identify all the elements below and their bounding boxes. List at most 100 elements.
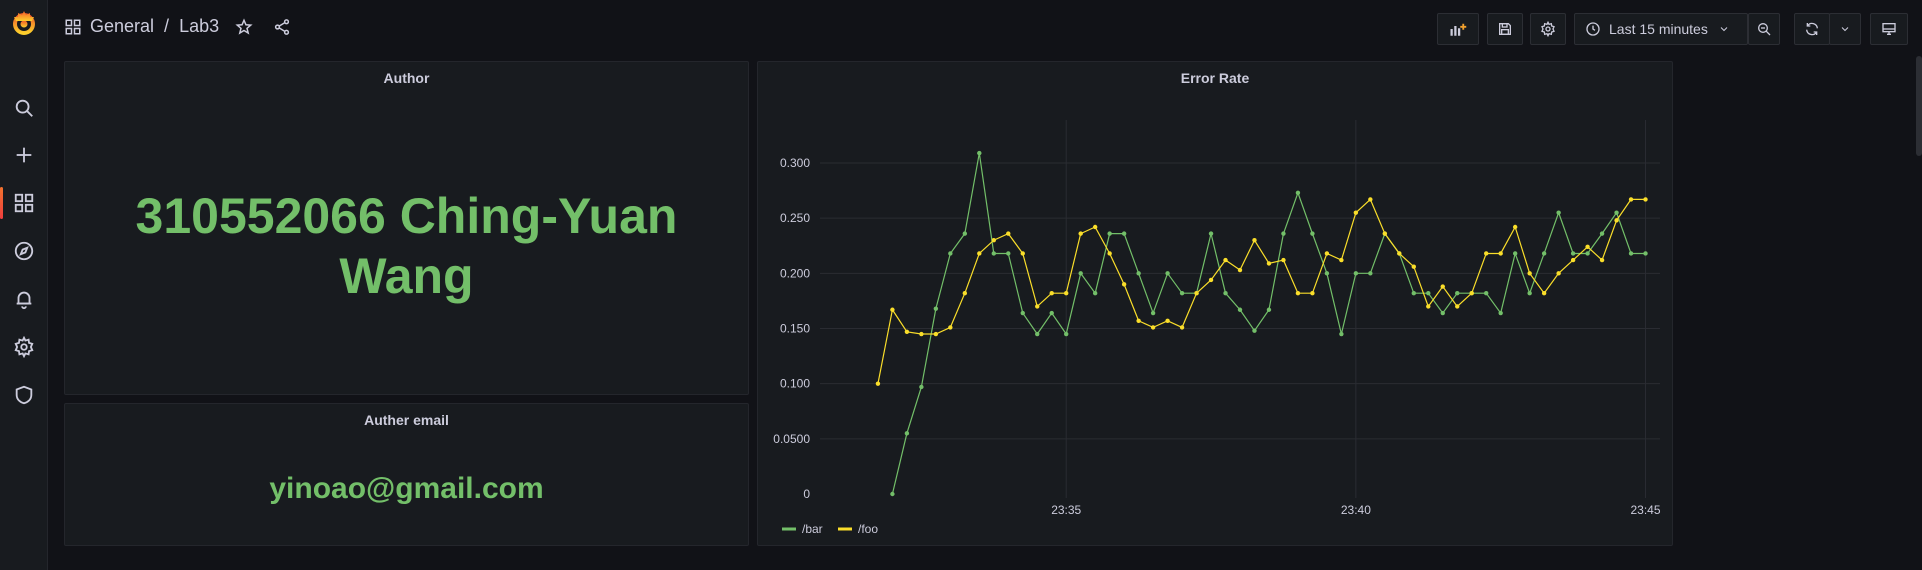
data-point	[1324, 251, 1330, 256]
breadcrumb-folder[interactable]: General	[90, 16, 154, 37]
data-point	[1165, 271, 1170, 276]
data-point	[1020, 310, 1025, 316]
search-icon[interactable]	[0, 88, 48, 128]
data-point	[1150, 325, 1156, 330]
explore-compass-icon[interactable]	[0, 231, 48, 271]
dashboards-icon[interactable]	[0, 183, 48, 223]
breadcrumb-dashboard[interactable]: Lab3	[179, 16, 219, 37]
author-stat-value: 310552066 Ching-Yuan Wang	[65, 186, 748, 306]
data-point	[1614, 210, 1619, 215]
data-point	[1440, 310, 1445, 316]
star-icon[interactable]	[235, 17, 253, 36]
data-point	[919, 384, 924, 390]
y-tick-label: 0.100	[780, 377, 810, 391]
data-point	[933, 306, 939, 311]
data-point	[1223, 257, 1228, 263]
data-point	[933, 331, 939, 337]
add-panel-button[interactable]	[1437, 13, 1479, 45]
error-rate-chart[interactable]: 0 0.0500 0.100 0.150 0.200 0.250 0.300 23:35 23:…	[758, 62, 1674, 547]
data-point	[1614, 218, 1619, 223]
error-rate-panel: Error Rate 0 0.0500 0.100 0.150 0.200 0.250 0.…	[757, 61, 1673, 546]
save-dashboard-button[interactable]	[1487, 13, 1523, 45]
panel-title[interactable]: Auther email	[65, 412, 748, 428]
data-point	[1049, 310, 1054, 316]
grafana-logo-icon[interactable]	[10, 9, 38, 37]
data-point	[904, 431, 910, 436]
refresh-interval-dropdown[interactable]	[1829, 13, 1861, 45]
data-point	[1035, 331, 1040, 337]
cycle-view-mode-button[interactable]	[1870, 13, 1908, 45]
email-stat-value: yinoao@gmail.com	[269, 472, 544, 505]
data-point	[1035, 304, 1040, 309]
legend-label: /foo	[858, 522, 878, 536]
data-point	[1150, 310, 1156, 316]
dashboard-settings-button[interactable]	[1530, 13, 1566, 45]
data-point	[1455, 290, 1460, 296]
zoom-out-button[interactable]	[1748, 13, 1780, 45]
gear-icon	[1541, 21, 1555, 37]
page-scrollbar[interactable]	[1916, 56, 1922, 156]
data-point	[1411, 290, 1416, 296]
data-point	[1006, 231, 1011, 236]
data-point	[1382, 231, 1388, 236]
data-point	[1498, 310, 1503, 316]
y-tick-label: 0	[803, 487, 810, 501]
refresh-icon	[1806, 22, 1818, 36]
data-point	[948, 251, 953, 256]
configuration-gear-icon[interactable]	[0, 327, 48, 367]
data-point	[1512, 251, 1518, 256]
data-point	[948, 325, 953, 330]
breadcrumb-separator: /	[164, 16, 170, 36]
monitor-icon	[1882, 22, 1896, 35]
server-admin-shield-icon[interactable]	[0, 375, 48, 415]
data-point	[1006, 251, 1011, 256]
data-point	[1426, 290, 1431, 296]
time-range-label: Last 15 minutes	[1609, 21, 1708, 37]
time-range-picker[interactable]: Last 15 minutes	[1574, 13, 1748, 45]
chevron-down-icon	[1720, 27, 1728, 32]
data-point	[1266, 261, 1272, 266]
data-point	[1585, 244, 1590, 250]
share-icon[interactable]	[273, 18, 291, 36]
data-point	[1426, 304, 1431, 309]
data-point	[1628, 251, 1634, 256]
alerting-bell-icon[interactable]	[0, 279, 48, 319]
data-point	[1368, 271, 1373, 276]
data-point	[919, 331, 924, 337]
data-point	[1252, 328, 1257, 333]
series-line-bar	[891, 152, 1646, 495]
data-point	[1643, 197, 1648, 202]
data-point	[1136, 318, 1141, 323]
data-point	[1121, 231, 1127, 236]
data-point	[1165, 318, 1170, 323]
data-point	[1541, 290, 1547, 296]
sidebar	[0, 0, 48, 570]
data-point	[1512, 224, 1518, 230]
data-point	[1121, 282, 1127, 287]
data-point	[1223, 290, 1228, 296]
data-point	[1266, 307, 1272, 312]
add-panel-icon	[1450, 23, 1467, 36]
data-point	[1179, 325, 1185, 330]
data-point	[1179, 290, 1185, 296]
data-point	[977, 251, 982, 256]
data-point	[1092, 224, 1098, 230]
refresh-button[interactable]	[1794, 13, 1830, 45]
legend-label: /bar	[802, 522, 823, 536]
data-point	[890, 307, 895, 312]
panel-title[interactable]: Author	[65, 70, 748, 86]
data-point	[962, 290, 968, 296]
data-point	[1599, 231, 1605, 236]
data-point	[1252, 238, 1257, 243]
y-tick-label: 0.150	[780, 322, 810, 336]
data-point	[1107, 251, 1112, 256]
chevron-down-icon	[1841, 27, 1849, 32]
data-point	[1020, 251, 1025, 256]
data-point	[1064, 290, 1069, 296]
data-point	[1556, 210, 1561, 215]
data-point	[1455, 304, 1460, 309]
x-tick-label: 23:45	[1631, 503, 1661, 517]
data-point	[1281, 231, 1286, 236]
plus-icon[interactable]	[0, 135, 48, 175]
data-point	[1570, 251, 1576, 256]
